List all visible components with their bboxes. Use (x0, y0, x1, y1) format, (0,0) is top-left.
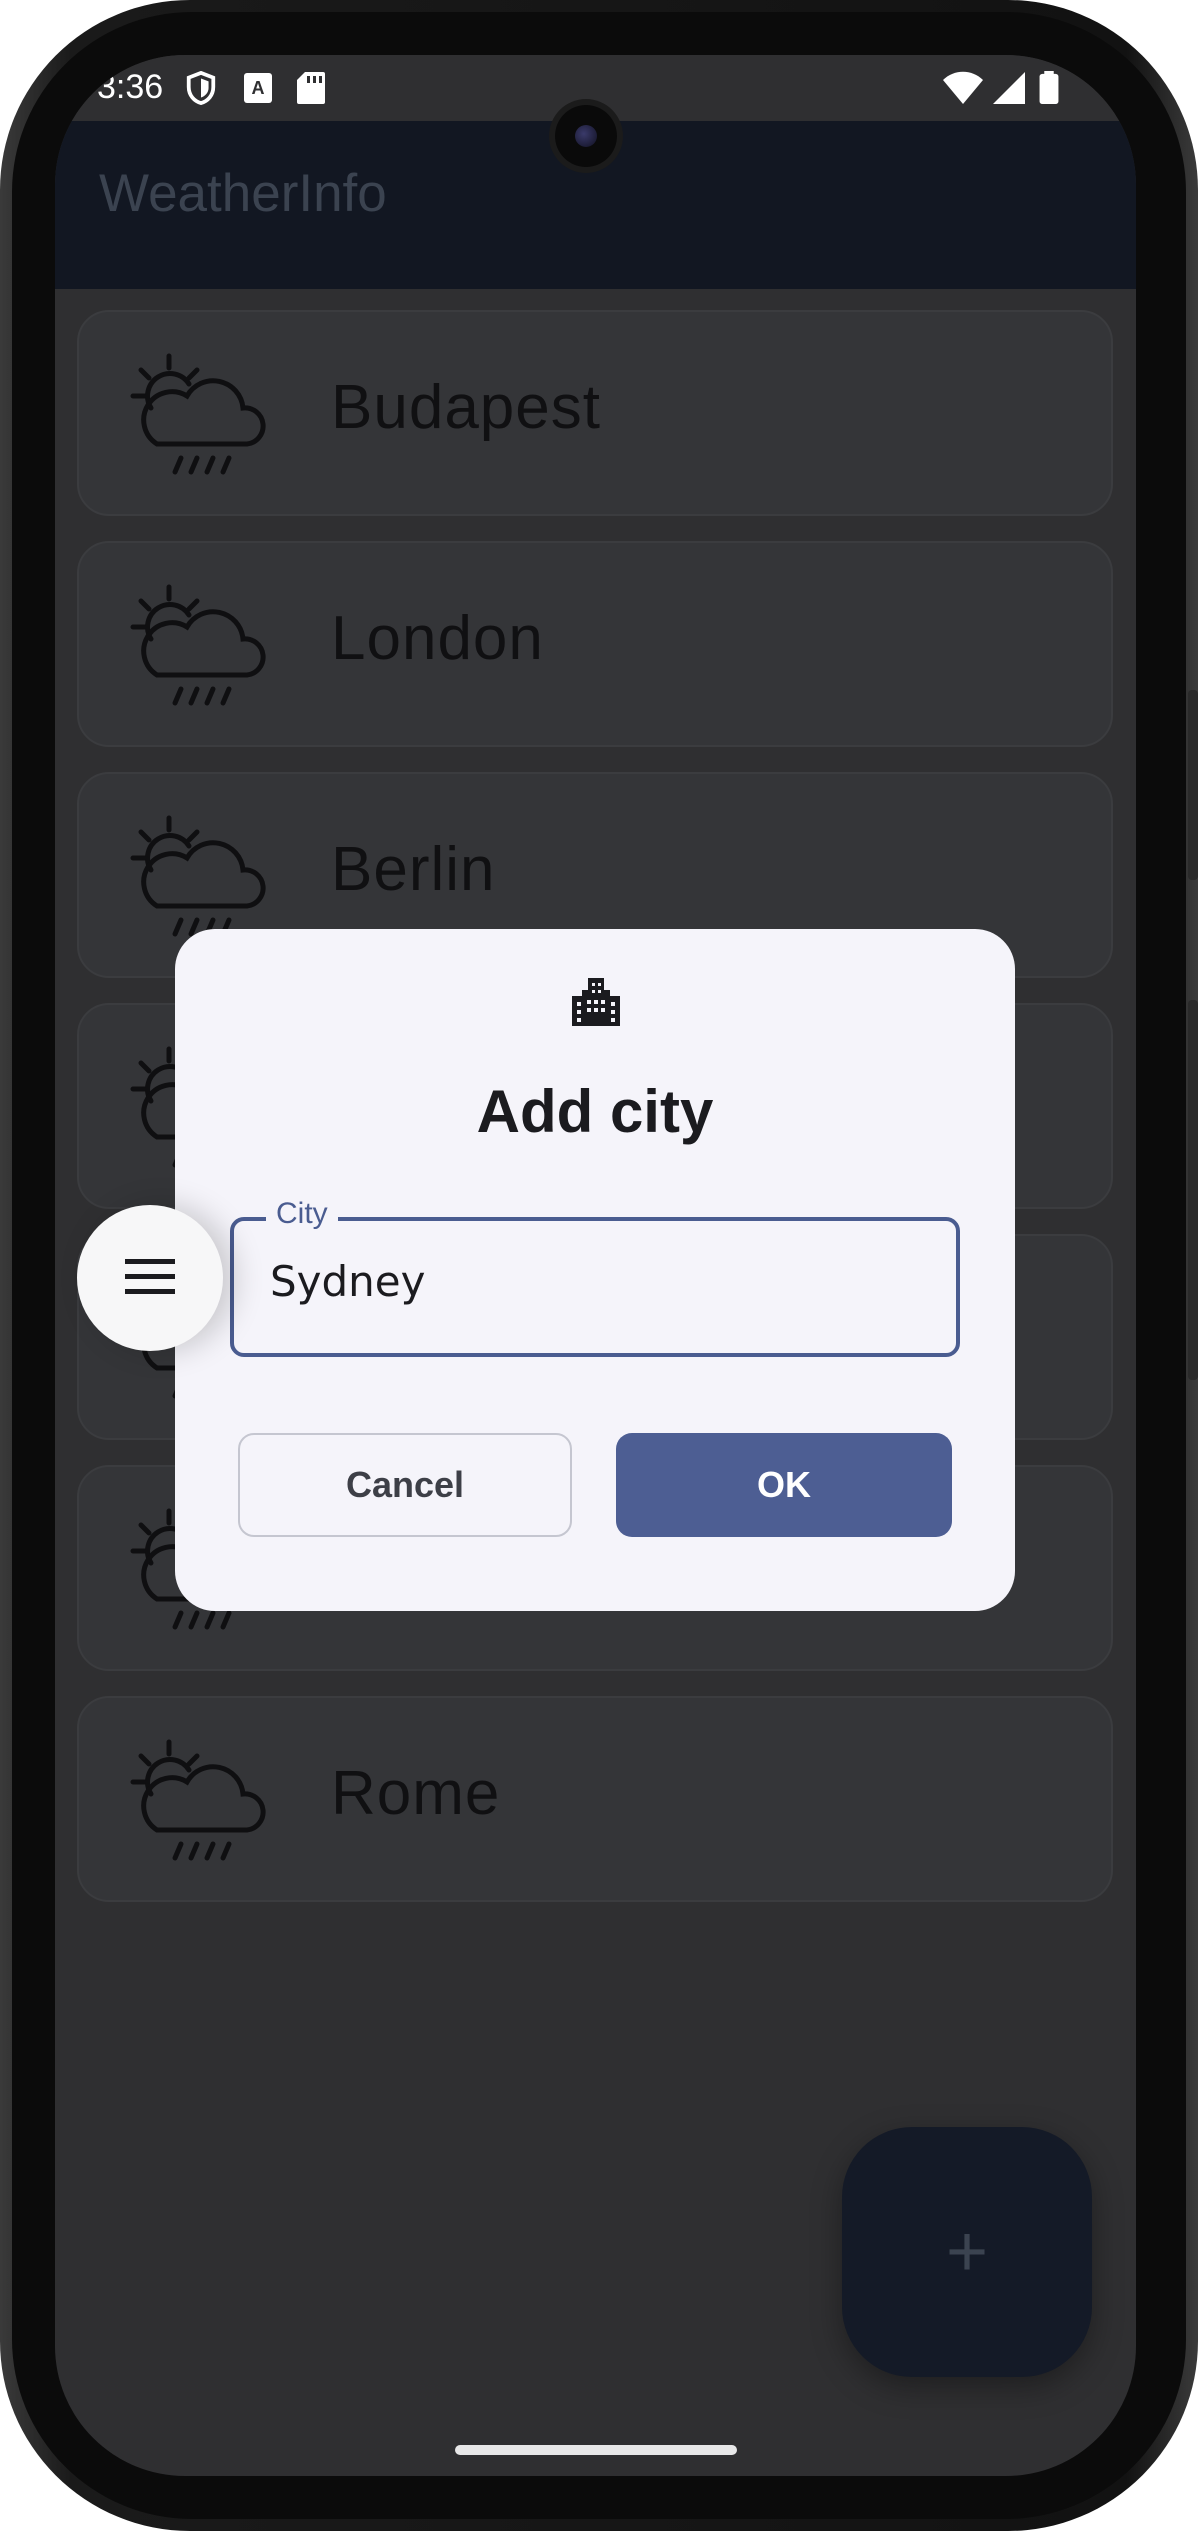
sd-card-icon (297, 72, 325, 104)
home-indicator[interactable] (455, 2445, 737, 2455)
city-name: Berlin (331, 835, 496, 904)
city-name: Budapest (331, 373, 601, 442)
city-building-icon (572, 978, 620, 1026)
cellular-signal-icon (993, 72, 1025, 104)
city-card-london[interactable]: London (77, 541, 1113, 747)
city-field-label: City (266, 1197, 338, 1231)
city-name: Rome (331, 1759, 501, 1828)
hamburger-menu-icon (125, 1259, 175, 1294)
phone-frame: 3:36 A WeatherInfo Budapest London Berli… (0, 0, 1198, 2531)
status-time: 3:36 (97, 68, 164, 106)
add-city-fab[interactable]: + (842, 2127, 1092, 2377)
city-card-budapest[interactable]: Budapest (77, 310, 1113, 516)
power-button (1188, 1000, 1198, 1380)
svg-text:A: A (252, 78, 265, 98)
partly-cloudy-rain-icon (130, 584, 266, 706)
partly-cloudy-rain-icon (130, 815, 266, 937)
app-title: WeatherInfo (99, 164, 387, 223)
ok-button[interactable]: OK (616, 1433, 952, 1537)
partly-cloudy-rain-icon (130, 1739, 266, 1861)
volume-button (1188, 690, 1198, 880)
city-field[interactable]: City (230, 1197, 960, 1357)
screen: 3:36 A WeatherInfo Budapest London Berli… (55, 55, 1136, 2476)
city-card-rome[interactable]: Rome (77, 1696, 1113, 1902)
battery-icon (1039, 71, 1059, 105)
front-camera (555, 105, 617, 167)
city-input[interactable] (270, 1257, 910, 1306)
partly-cloudy-rain-icon (130, 353, 266, 475)
wifi-icon (943, 71, 983, 104)
shield-icon (186, 71, 216, 105)
city-name: London (331, 604, 544, 673)
add-city-dialog: Add city City Cancel OK (175, 929, 1015, 1611)
plus-icon: + (945, 2212, 989, 2292)
dialog-title: Add city (476, 1078, 714, 1145)
cancel-button[interactable]: Cancel (238, 1433, 572, 1537)
floating-menu-button[interactable] (77, 1205, 223, 1351)
keyboard-a-icon: A (244, 73, 272, 103)
